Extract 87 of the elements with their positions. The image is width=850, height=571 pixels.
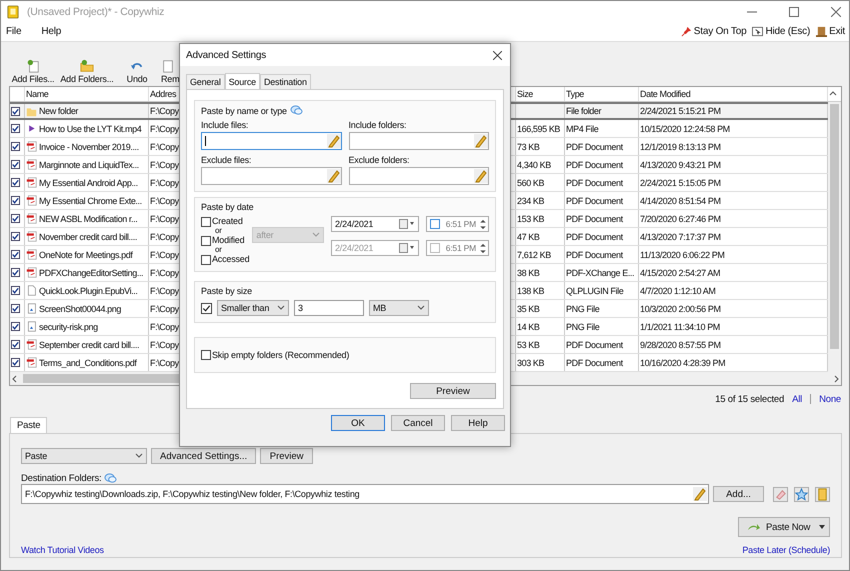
file-name: My Essential Android App... bbox=[39, 178, 138, 188]
table-cell: 12/1/2019 8:13:13 PM bbox=[640, 142, 721, 152]
table-cell: 53 KB bbox=[517, 340, 540, 350]
table-cell: 73 KB bbox=[517, 142, 540, 152]
table-cell: 138 KB bbox=[517, 286, 544, 296]
table-cell: PDF Document bbox=[566, 358, 623, 368]
table-cell: 4/13/2020 9:43:21 PM bbox=[640, 160, 721, 170]
table-cell: QLPLUGIN File bbox=[566, 286, 624, 296]
field-label: Include files: bbox=[201, 120, 250, 130]
table-cell: PDF Document bbox=[566, 232, 623, 242]
table-cell: 38 KB bbox=[517, 268, 540, 278]
table-cell: 4/7/2020 1:12:10 AM bbox=[640, 286, 716, 296]
table-cell: F:\Copy bbox=[150, 268, 179, 278]
group-title: Paste by size bbox=[201, 286, 252, 296]
table-cell: 1/1/2021 11:34:10 PM bbox=[640, 322, 720, 332]
table-cell: F:\Copy bbox=[150, 232, 179, 242]
file-name: November credit card bill.... bbox=[39, 232, 137, 242]
file-name: QuickLook.Plugin.EpubVi... bbox=[39, 286, 138, 296]
table-cell: PDF Document bbox=[566, 214, 623, 224]
table-cell: F:\Copy bbox=[150, 322, 179, 332]
destination-label: Destination Folders: bbox=[21, 473, 102, 484]
table-cell: 7/20/2020 6:27:46 PM bbox=[640, 214, 721, 224]
table-cell: 10/15/2020 12:24:58 PM bbox=[640, 124, 730, 134]
table-cell: 2/24/2021 5:15:21 PM bbox=[640, 106, 721, 116]
table-cell: 2/24/2021 5:15:05 PM bbox=[640, 178, 721, 188]
table-cell: F:\Copy bbox=[150, 160, 179, 170]
file-name: How to Use the LYT Kit.mp4 bbox=[39, 124, 142, 134]
table-cell: 7,612 KB bbox=[517, 250, 551, 260]
table-cell: 560 KB bbox=[517, 178, 544, 188]
file-name: NEW ASBL Modification r... bbox=[39, 214, 138, 224]
file-name: PDFXChangeEditorSetting... bbox=[39, 268, 144, 278]
file-name: New folder bbox=[39, 106, 78, 116]
group-title: Paste by date bbox=[201, 202, 254, 212]
dialog-title: Advanced Settings bbox=[186, 50, 266, 60]
table-cell: F:\Copy bbox=[150, 196, 179, 206]
table-cell: 35 KB bbox=[517, 304, 540, 314]
file-name: Marginnote and LiquidTex... bbox=[39, 160, 139, 170]
table-cell: F:\Copy bbox=[150, 106, 179, 116]
table-cell: 10/16/2020 4:28:39 PM bbox=[640, 358, 726, 368]
table-cell: MP4 File bbox=[566, 124, 598, 134]
table-cell: PNG File bbox=[566, 322, 600, 332]
table-cell: PDF Document bbox=[566, 340, 623, 350]
table-cell: 166,595 KB bbox=[517, 124, 560, 134]
table-cell: F:\Copy bbox=[150, 214, 179, 224]
table-cell: 14 KB bbox=[517, 322, 540, 332]
table-cell: PDF Document bbox=[566, 196, 623, 206]
table-cell: PDF Document bbox=[566, 178, 623, 188]
table-cell: F:\Copy bbox=[150, 124, 179, 134]
file-name: September credit card bill.... bbox=[39, 340, 140, 350]
file-name: OneNote for Meetings.pdf bbox=[39, 250, 132, 260]
file-name: security-risk.png bbox=[39, 322, 98, 332]
or-label: or bbox=[214, 246, 223, 254]
table-cell: 4/14/2020 8:51:54 PM bbox=[640, 196, 721, 206]
window-title: (Unsaved Project)* - Copywhiz bbox=[27, 6, 164, 18]
table-cell: 234 KB bbox=[517, 196, 544, 206]
table-cell: F:\Copy bbox=[150, 340, 179, 350]
group-title: Paste by name or type bbox=[201, 106, 287, 116]
table-cell: 303 KB bbox=[517, 358, 544, 368]
field-label: Include folders: bbox=[348, 120, 408, 130]
table-cell: PNG File bbox=[566, 304, 600, 314]
table-cell: F:\Copy bbox=[150, 286, 179, 296]
table-cell: 11/13/2020 6:06:22 PM bbox=[640, 250, 725, 260]
table-cell: F:\Copy bbox=[150, 250, 179, 260]
table-cell: PDF Document bbox=[566, 160, 623, 170]
table-cell: 9/28/2020 8:57:55 PM bbox=[640, 340, 721, 350]
table-cell: F:\Copy bbox=[150, 142, 179, 152]
table-cell: 47 KB bbox=[517, 232, 540, 242]
table-cell: 10/3/2020 2:00:56 PM bbox=[640, 304, 721, 314]
table-cell: F:\Copy bbox=[150, 304, 179, 314]
table-cell: File folder bbox=[566, 106, 602, 116]
file-name: Terms_and_Conditions.pdf bbox=[39, 358, 136, 368]
field-label: Exclude files: bbox=[201, 155, 252, 165]
table-cell: F:\Copy bbox=[150, 178, 179, 188]
table-cell: 4,340 KB bbox=[517, 160, 551, 170]
selection-count: 15 of 15 selected bbox=[715, 394, 784, 404]
table-cell: 4/15/2020 2:54:27 AM bbox=[640, 268, 720, 278]
table-cell: F:\Copy bbox=[150, 358, 179, 368]
table-cell: 153 KB bbox=[517, 214, 544, 224]
table-cell: PDF Document bbox=[566, 250, 623, 260]
file-name: Invoice - November 2019.... bbox=[39, 142, 139, 152]
table-cell: PDF Document bbox=[566, 142, 623, 152]
or-label: or bbox=[214, 227, 223, 235]
file-name: My Essential Chrome Exte... bbox=[39, 196, 142, 206]
file-name: ScreenShot00044.png bbox=[39, 304, 121, 314]
field-label: Exclude folders: bbox=[348, 155, 410, 165]
table-cell: 4/13/2020 7:17:37 PM bbox=[640, 232, 721, 242]
table-cell: PDF-XChange E... bbox=[566, 268, 634, 278]
